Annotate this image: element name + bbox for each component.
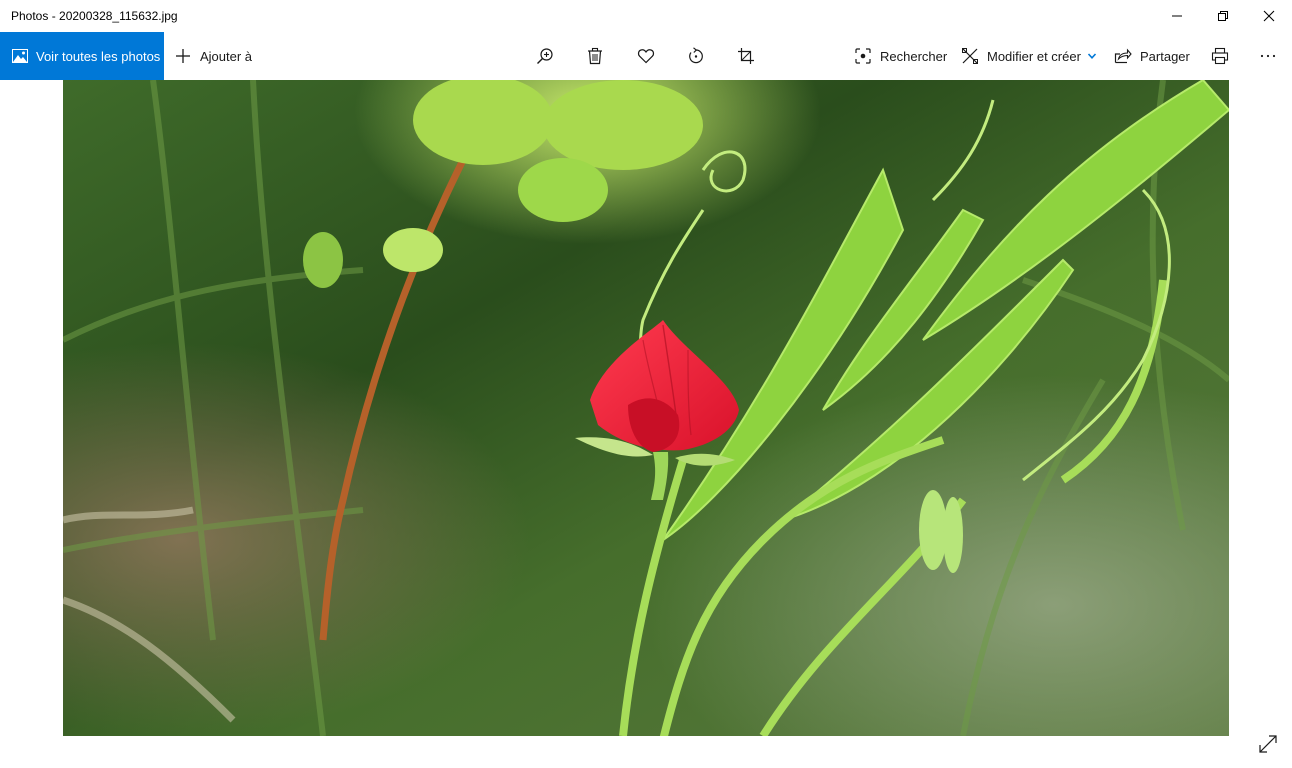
more-button[interactable]	[1250, 32, 1286, 80]
add-to-button[interactable]: Ajouter à	[174, 32, 252, 80]
search-button[interactable]: Rechercher	[854, 32, 947, 80]
edit-create-icon	[962, 48, 978, 64]
rotate-button[interactable]	[678, 32, 714, 80]
crop-icon	[738, 48, 754, 64]
zoom-button[interactable]	[527, 32, 563, 80]
search-people-icon	[855, 48, 871, 64]
crop-button[interactable]	[728, 32, 764, 80]
share-label: Partager	[1140, 48, 1190, 64]
minimize-icon	[1172, 15, 1182, 17]
printer-icon	[1211, 47, 1229, 65]
photo-viewer[interactable]	[63, 80, 1229, 736]
title-bar: Photos - 20200328_115632.jpg	[0, 0, 1292, 32]
minimize-button[interactable]	[1154, 0, 1200, 32]
view-all-photos-label: Voir toutes les photos	[36, 48, 161, 64]
plus-icon	[176, 49, 190, 63]
zoom-in-icon	[537, 48, 553, 64]
close-button[interactable]	[1246, 0, 1292, 32]
chevron-down-icon	[1087, 53, 1097, 59]
restore-icon	[1218, 11, 1228, 21]
more-icon	[1260, 54, 1276, 58]
command-bar: Voir toutes les photos Ajouter à Recherc…	[0, 32, 1292, 80]
close-icon	[1263, 10, 1275, 22]
delete-button[interactable]	[577, 32, 613, 80]
edit-create-label: Modifier et créer	[987, 48, 1081, 64]
trash-icon	[588, 47, 602, 65]
fullscreen-button[interactable]	[1256, 732, 1280, 756]
view-all-photos-button[interactable]: Voir toutes les photos	[0, 32, 164, 80]
photo-gallery-icon	[12, 49, 28, 63]
share-icon	[1114, 48, 1132, 64]
favorite-button[interactable]	[628, 32, 664, 80]
window-title: Photos - 20200328_115632.jpg	[11, 9, 178, 23]
search-label: Rechercher	[880, 48, 948, 64]
heart-icon	[637, 49, 655, 64]
edit-create-button[interactable]: Modifier et créer	[961, 32, 1097, 80]
rotate-icon	[689, 47, 703, 64]
share-button[interactable]: Partager	[1114, 32, 1190, 80]
flower-photo	[63, 80, 1229, 736]
print-button[interactable]	[1202, 32, 1238, 80]
expand-icon	[1259, 735, 1277, 753]
window-controls	[1154, 0, 1292, 32]
restore-button[interactable]	[1200, 0, 1246, 32]
add-to-label: Ajouter à	[200, 48, 253, 64]
